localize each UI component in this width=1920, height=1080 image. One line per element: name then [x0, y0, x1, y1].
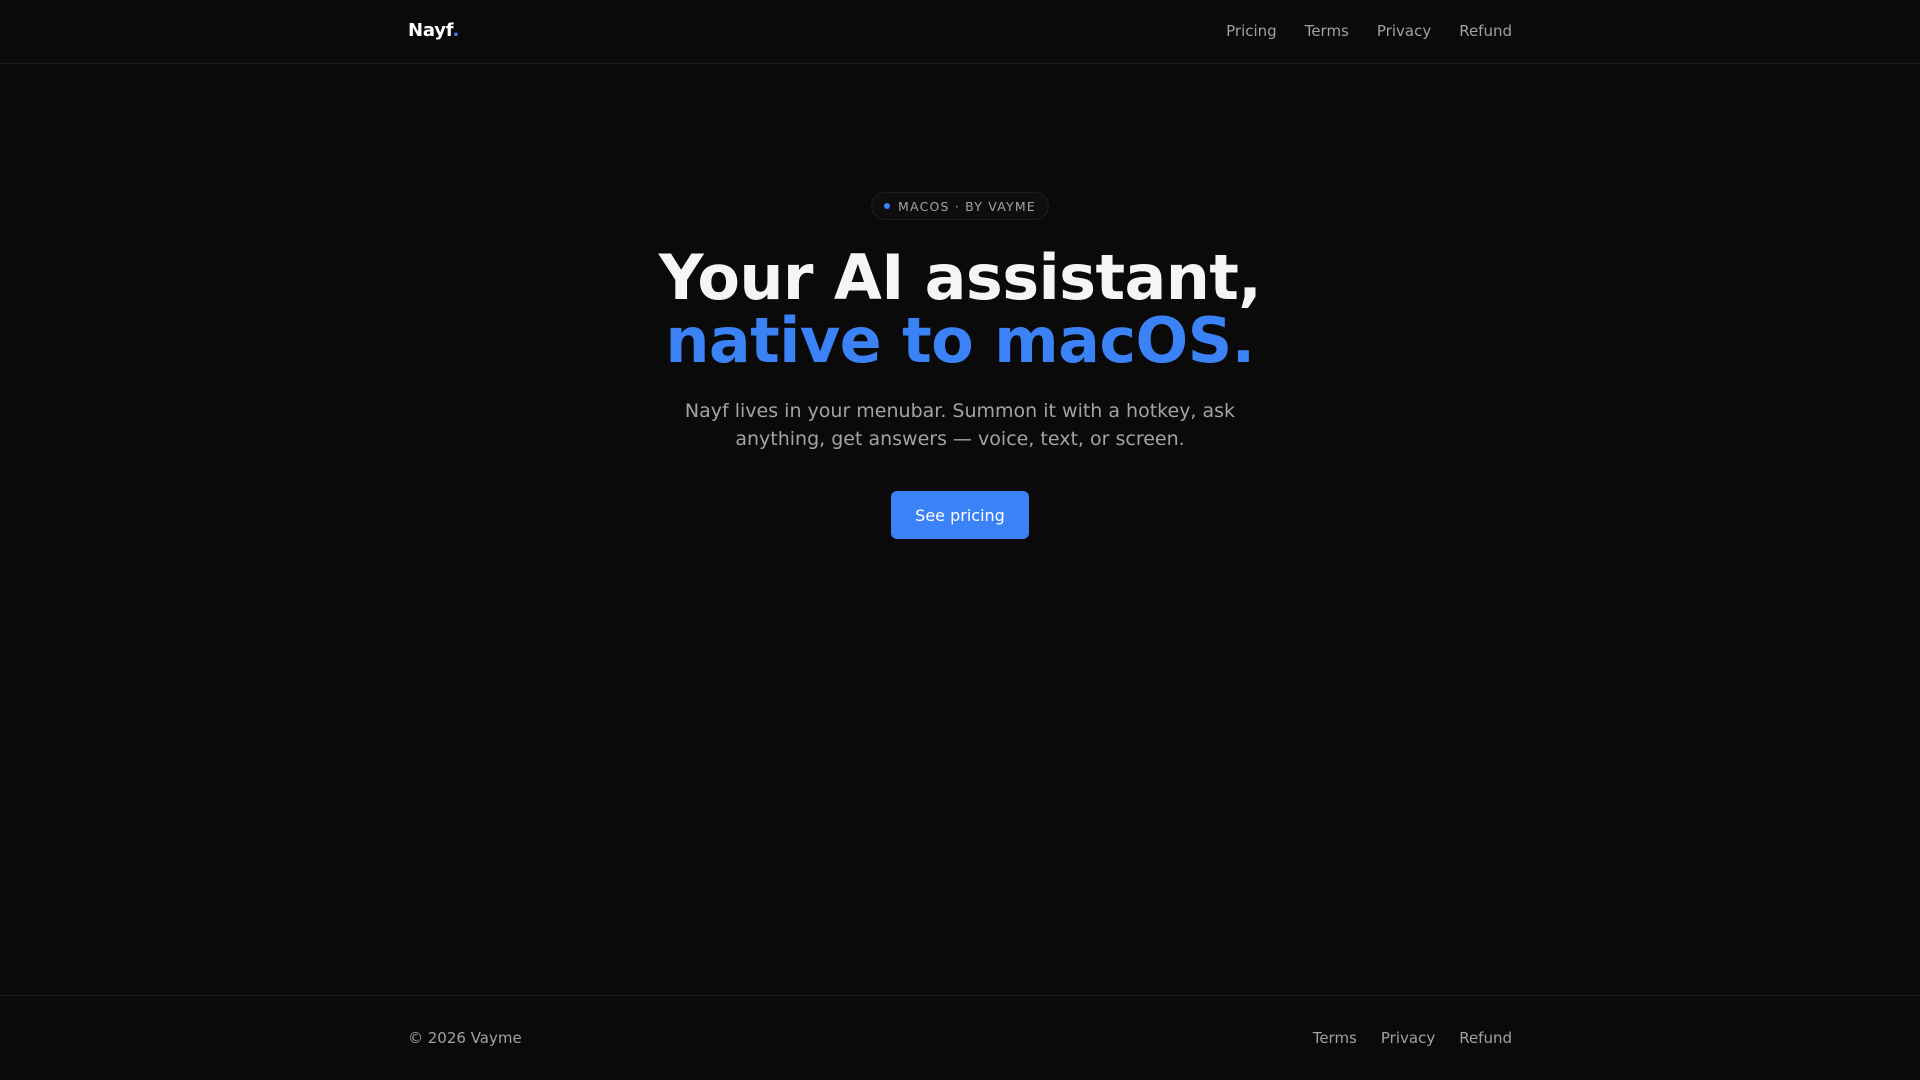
nav-link-terms[interactable]: Terms	[1305, 22, 1349, 40]
brand-dot: .	[452, 20, 460, 41]
nav-link-pricing[interactable]: Pricing	[1226, 22, 1277, 40]
brand-logo-link[interactable]: Nayf.	[408, 20, 459, 41]
badge-label: MACOS · BY VAYME	[898, 198, 1036, 214]
footer-link-terms[interactable]: Terms	[1313, 1029, 1357, 1047]
headline-line-1: Your AI assistant,	[658, 241, 1262, 314]
hero-subtitle: Nayf lives in your menubar. Summon it wi…	[684, 400, 1236, 450]
badge-dot-icon	[884, 203, 891, 209]
brand-name: Nayf	[408, 20, 453, 41]
see-pricing-button[interactable]: See pricing	[891, 491, 1029, 539]
headline-line-2: native to macOS.	[665, 304, 1255, 377]
site-header: Nayf. Pricing Terms Privacy Refund	[0, 0, 1920, 64]
hero-section: MACOS · BY VAYME Your AI assistant, nati…	[0, 192, 1920, 539]
footer-copyright: © 2026 Vayme	[408, 1029, 522, 1047]
landing-page: Nayf. Pricing Terms Privacy Refund MACOS…	[0, 0, 1920, 1080]
nav-link-refund[interactable]: Refund	[1459, 22, 1512, 40]
footer-link-refund[interactable]: Refund	[1459, 1029, 1512, 1047]
nav-link-privacy[interactable]: Privacy	[1377, 22, 1431, 40]
platform-badge: MACOS · BY VAYME	[871, 192, 1049, 220]
footer-nav: Terms Privacy Refund	[1313, 1029, 1512, 1047]
site-footer: © 2026 Vayme Terms Privacy Refund	[0, 995, 1920, 1080]
footer-link-privacy[interactable]: Privacy	[1381, 1029, 1435, 1047]
hero-headline: Your AI assistant, native to macOS.	[659, 246, 1262, 372]
header-nav: Pricing Terms Privacy Refund	[1226, 22, 1512, 40]
